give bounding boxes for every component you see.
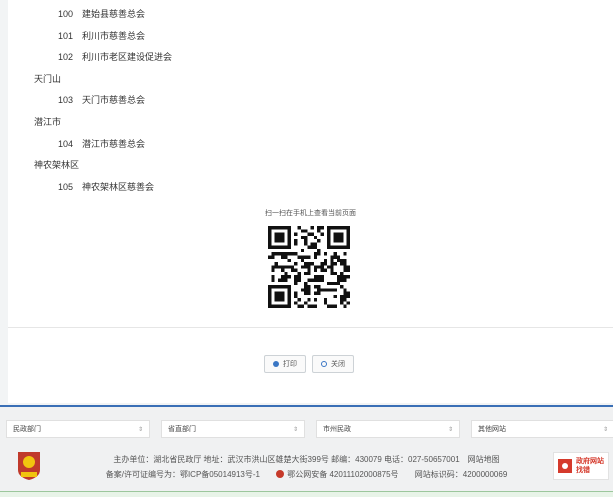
link-selects: 民政部门 ⇕ 省直部门 ⇕ 市州民政 ⇕ 其他网站 ⇕ <box>6 420 613 438</box>
item-name: 建始县慈善总会 <box>82 9 146 19</box>
region-heading: 潜江市 <box>34 112 172 134</box>
region-name: 神农架林区 <box>34 160 80 171</box>
select-provincial-depts[interactable]: 省直部门 ⇕ <box>161 420 305 438</box>
organization-list: 100 建始县慈善总会 101 利川市慈善总会 102 利川市老区建设促进会天门山 103 天… <box>34 4 172 199</box>
close-button[interactable]: 关闭 <box>312 355 354 373</box>
qr-caption: 扫一扫在手机上查看当前页面 <box>265 210 356 217</box>
select-city-civil[interactable]: 市州民政 ⇕ <box>316 420 460 438</box>
select-label: 其他网站 <box>478 426 506 433</box>
report-icon <box>558 459 572 473</box>
print-icon <box>273 361 279 367</box>
select-civil-affairs[interactable]: 民政部门 ⇕ <box>6 420 150 438</box>
item-number: 104 <box>58 138 74 149</box>
print-button[interactable]: 打印 <box>264 355 306 373</box>
item-number: 102 <box>58 52 74 63</box>
list-item: 104 潜江市慈善总会 <box>58 134 172 156</box>
icp-info[interactable]: 备案/许可证编号为：鄂ICP备05014913号-1 <box>106 470 260 479</box>
footer-line-2: 备案/许可证编号为：鄂ICP备05014913号-1 鄂公网安备 4201110… <box>0 469 613 480</box>
item-name: 利川市慈善总会 <box>82 30 146 41</box>
site-id: 网站标识码：4200000069 <box>414 470 508 479</box>
item-number: 103 <box>58 95 74 106</box>
item-name: 利川市老区建设促进会 <box>82 52 173 63</box>
site-footer: 民政部门 ⇕ 省直部门 ⇕ 市州民政 ⇕ 其他网站 ⇕ 主办单位：湖北省民政厅 地址：武… <box>0 405 613 497</box>
select-label: 民政部门 <box>13 426 41 433</box>
region-name: 潜江市 <box>34 116 62 127</box>
item-name: 神农架林区慈善会 <box>82 181 155 192</box>
list-item: 102 利川市老区建设促进会 <box>58 47 172 69</box>
sitemap-link[interactable]: 网站地图 <box>468 455 500 464</box>
police-badge-icon <box>276 470 285 478</box>
select-label: 省直部门 <box>168 426 196 433</box>
list-item: 103 天门市慈善总会 <box>58 90 172 112</box>
qr-code <box>268 226 350 308</box>
print-label: 打印 <box>283 361 297 368</box>
gov-error-report-badge[interactable]: 政府网站 找错 <box>553 452 609 480</box>
status-strip <box>0 491 613 497</box>
list-item: 100 建始县慈善总会 <box>58 4 172 26</box>
divider <box>8 327 613 328</box>
action-buttons: 打印 关闭 <box>264 355 354 373</box>
list-item: 101 利川市慈善总会 <box>58 26 172 48</box>
region-heading: 天门山 <box>34 69 172 91</box>
chevron-updown-icon: ⇕ <box>137 426 143 433</box>
host-info: 主办单位：湖北省民政厅 地址：武汉市洪山区雄楚大街399号 邮编：430079 … <box>113 455 460 464</box>
item-number: 105 <box>58 181 74 192</box>
region-name: 天门山 <box>34 73 62 84</box>
chevron-updown-icon: ⇕ <box>602 426 608 433</box>
item-number: 100 <box>58 9 74 19</box>
item-number: 101 <box>58 30 74 41</box>
close-label: 关闭 <box>331 361 345 368</box>
region-heading: 神农架林区 <box>34 155 172 177</box>
police-info[interactable]: 鄂公网安备 42011102000875号 <box>287 470 398 479</box>
list-item: 105 神农架林区慈善会 <box>58 177 172 199</box>
footer-line-1: 主办单位：湖北省民政厅 地址：武汉市洪山区雄楚大街399号 邮编：430079 … <box>0 454 613 465</box>
item-name: 天门市慈善总会 <box>82 95 146 106</box>
chevron-updown-icon: ⇕ <box>292 426 298 433</box>
item-name: 潜江市慈善总会 <box>82 138 146 149</box>
badge-line-1: 政府网站 <box>576 458 604 465</box>
select-label: 市州民政 <box>323 426 351 433</box>
select-other-sites[interactable]: 其他网站 ⇕ <box>471 420 613 438</box>
chevron-updown-icon: ⇕ <box>447 426 453 433</box>
content-card: 100 建始县慈善总会 101 利川市慈善总会 102 利川市老区建设促进会天门山 103 天… <box>8 0 613 403</box>
badge-line-2: 找错 <box>576 467 590 474</box>
close-icon <box>321 361 327 367</box>
